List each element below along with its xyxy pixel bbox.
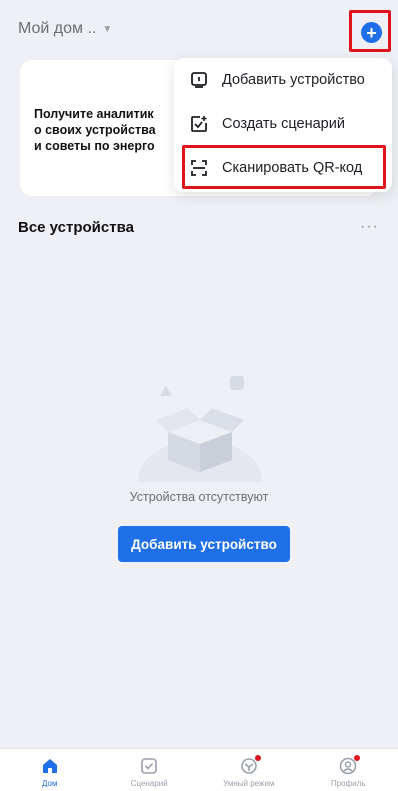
tab-profile[interactable]: Профиль	[299, 749, 398, 791]
home-selector[interactable]: Мой дом .. ▼	[18, 20, 112, 38]
tab-label: Профиль	[330, 779, 366, 788]
more-options-icon[interactable]: ···	[360, 218, 379, 236]
tab-label: Умный режим	[223, 779, 275, 788]
notification-dot	[354, 755, 361, 761]
tab-smart-mode[interactable]: Умный режим	[199, 749, 299, 791]
section-title: Все устройства	[18, 219, 134, 236]
menu-item-label: Создать сценарий	[222, 116, 345, 132]
menu-item-label: Добавить устройство	[222, 72, 365, 88]
add-device-button[interactable]: Добавить устройство	[118, 526, 290, 562]
tab-home[interactable]: Дом	[0, 749, 100, 791]
scan-qr-highlight	[182, 145, 386, 189]
profile-icon	[338, 755, 361, 776]
home-icon	[40, 756, 60, 776]
chevron-down-icon: ▼	[102, 23, 113, 35]
promo-line-3: и советы по энерго	[34, 139, 155, 153]
tab-label: Сценарий	[130, 779, 168, 788]
bottom-tab-bar: Дом Сценарий Умный режим Профиль	[0, 748, 398, 791]
empty-state-text: Устройства отсутствуют	[129, 490, 269, 504]
notification-dot	[254, 755, 261, 761]
promo-line-2: о своих устройства	[34, 123, 156, 137]
promo-line-1: Получите аналитик	[34, 107, 154, 121]
empty-box-illustration	[130, 372, 270, 520]
device-icon	[188, 69, 210, 91]
smart-mode-icon	[239, 755, 261, 776]
plus-circle-icon[interactable]: +	[361, 22, 382, 43]
home-name: Мой дом ..	[18, 20, 97, 37]
menu-item-add-device[interactable]: Добавить устройство	[174, 58, 392, 102]
create-scenario-icon	[188, 113, 210, 135]
promo-text: Получите аналитик о своих устройства и с…	[34, 106, 184, 154]
menu-item-create-scenario[interactable]: Создать сценарий	[174, 102, 392, 146]
tab-label: Дом	[42, 779, 58, 788]
header: Мой дом .. ▼ +	[0, 0, 398, 60]
scenario-icon	[139, 756, 159, 776]
tab-scenario[interactable]: Сценарий	[100, 749, 200, 791]
